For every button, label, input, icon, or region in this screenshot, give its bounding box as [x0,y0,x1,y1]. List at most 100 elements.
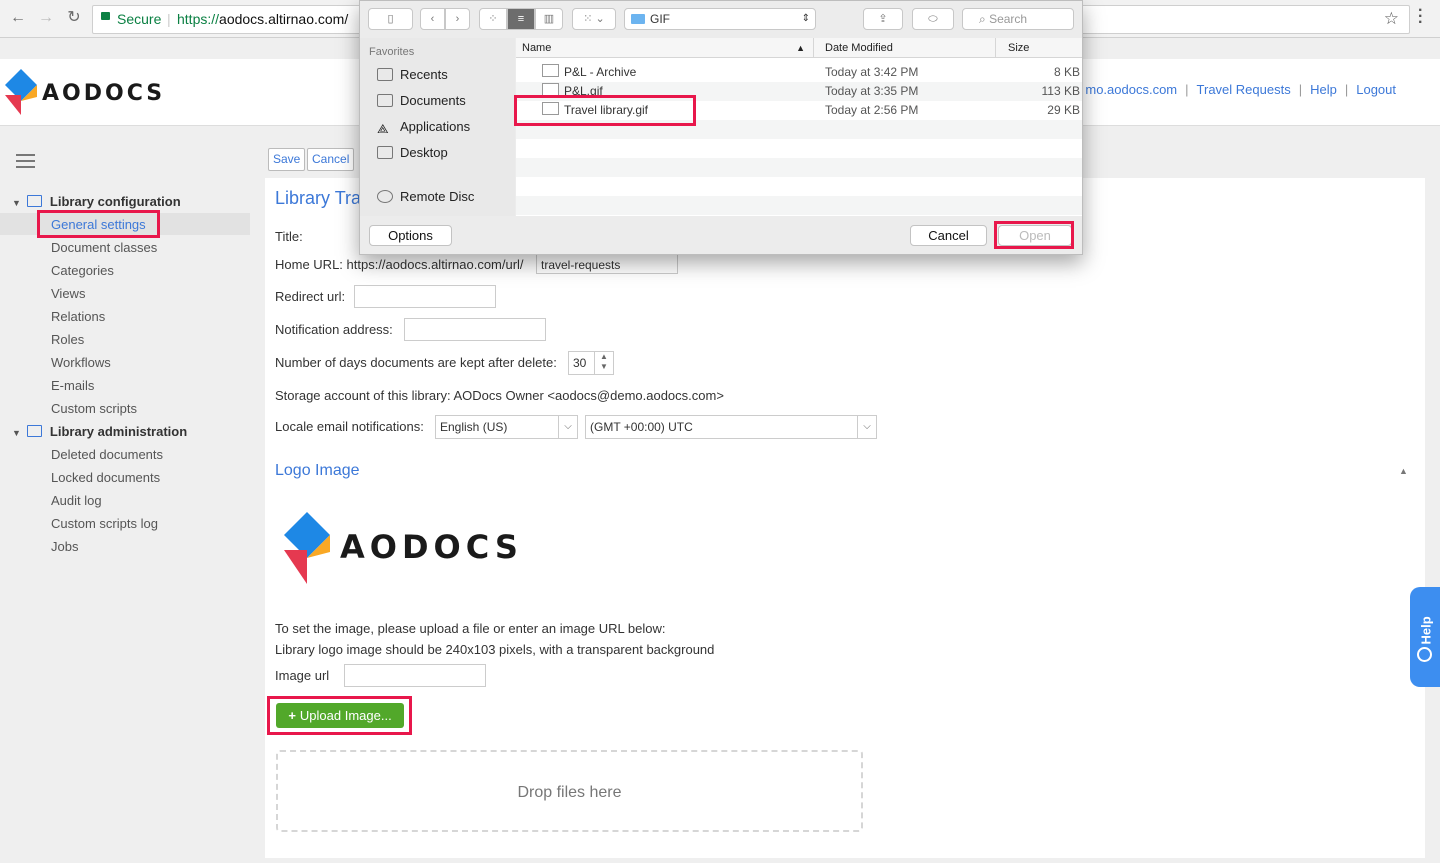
timezone-select[interactable]: (GMT +00:00) UTC ⌵ [585,415,877,439]
folder-icon [26,425,42,437]
forward-nav-icon[interactable]: › [445,8,470,30]
logo-image-section-title: Logo Image [275,462,360,479]
sidebar-item-locked-documents[interactable]: Locked documents [51,470,160,485]
sidebar-item-relations[interactable]: Relations [51,309,105,324]
icon-view-icon[interactable]: ⁘ [479,8,507,30]
location-popup[interactable]: GIF ⇕ [624,8,816,30]
sidebar-toggle-icon[interactable]: ▯ [368,8,413,30]
redirect-url-input[interactable] [354,285,496,308]
aodocs-logo-icon [5,69,37,115]
disc-icon [377,190,393,203]
file-date: Today at 3:35 PM [825,84,919,98]
sidebar-item-workflows[interactable]: Workflows [51,355,111,370]
file-name: P&L - Archive [564,65,637,79]
sidebar-item-custom-scripts[interactable]: Custom scripts [51,401,137,416]
folder-icon [26,195,42,207]
logout-link[interactable]: Logout [1356,82,1396,97]
highlight-open-button [994,221,1074,249]
dialog-sidebar: Favorites Recents Documents ⟁ Application… [360,38,515,216]
sidebar-item-deleted-documents[interactable]: Deleted documents [51,447,163,462]
sidebar-item-custom-scripts-log[interactable]: Custom scripts log [51,516,158,531]
favorite-desktop[interactable]: Desktop [377,145,448,160]
collapse-section-icon[interactable]: ▲ [1399,466,1408,476]
sidebar-group-label: Library configuration [49,194,181,209]
options-button[interactable]: Options [369,225,452,246]
sidebar-group-library-administration[interactable]: ▼ Library administration [12,424,187,439]
cancel-button[interactable]: Cancel [307,148,355,171]
file-date: Today at 3:42 PM [825,65,919,79]
library-logo-image [284,512,330,584]
timezone-value: (GMT +00:00) UTC [590,420,693,434]
help-link[interactable]: Help [1310,82,1337,97]
travel-requests-link[interactable]: Travel Requests [1197,82,1291,97]
sidebar-item-audit-log[interactable]: Audit log [51,493,102,508]
collapse-triangle-icon[interactable]: ▼ [12,428,21,438]
image-url-input[interactable] [344,664,486,687]
location-label: GIF [650,12,670,26]
device-remote-disc[interactable]: Remote Disc [377,189,474,204]
redirect-url-label: Redirect url: [275,289,346,304]
sidebar-item-roles[interactable]: Roles [51,332,84,347]
days-kept-value: 30 [573,356,587,370]
locale-label: Locale email notifications: [275,419,424,434]
home-url-input[interactable]: travel-requests [536,254,678,274]
search-placeholder: Search [989,12,1028,26]
sidebar-item-views[interactable]: Views [51,286,85,301]
favorite-applications[interactable]: ⟁ Applications [377,119,471,136]
browser-menu-icon[interactable]: · · · [1418,3,1423,31]
list-view-icon[interactable]: ≡ [507,8,535,30]
hamburger-menu-icon[interactable] [16,154,35,172]
sidebar-item-emails[interactable]: E-mails [51,378,94,393]
back-arrow-icon[interactable]: ← [8,8,28,28]
file-size: 113 KB [1041,84,1080,98]
upload-instruction-1: To set the image, please upload a file o… [275,621,666,636]
recents-icon [377,68,393,81]
highlight-general-settings [37,210,160,238]
column-view-icon[interactable]: ▥ [535,8,563,30]
help-side-tab[interactable]: Help [1410,587,1440,687]
applications-icon: ⟁ [377,121,389,136]
save-button[interactable]: Save [268,148,306,171]
secure-label: Secure [117,11,162,27]
empty-row [516,177,1082,196]
search-field[interactable]: ⌕ Search [962,8,1074,30]
dialog-cancel-button[interactable]: Cancel [910,225,987,246]
upload-instruction-2: Library logo image should be 240x103 pix… [275,642,715,657]
stepper-arrows-icon[interactable]: ▲ ▼ [594,352,613,374]
user-email-link[interactable]: mo.aodocs.com [1085,82,1177,97]
file-row[interactable]: P&L - Archive Today at 3:42 PM 8 KB [516,63,1082,82]
reload-icon[interactable]: ↻ [64,8,84,28]
highlight-upload-button [267,696,412,735]
url-host: aodocs.altirnao.com/ [219,11,349,27]
notification-address-input[interactable] [404,318,546,341]
favorite-documents[interactable]: Documents [377,93,466,108]
file-size: 8 KB [1053,65,1080,79]
column-header-name[interactable]: Name ▲ [516,38,814,58]
days-kept-stepper[interactable]: 30 ▲ ▼ [568,351,614,375]
collapse-triangle-icon[interactable]: ▼ [12,198,21,208]
file-icon [542,64,559,77]
header-links: mo.aodocs.com | Travel Requests | Help | Logou… [1085,82,1396,97]
notification-address-label: Notification address: [275,322,393,337]
favorite-recents[interactable]: Recents [377,67,448,82]
sidebar-item-jobs[interactable]: Jobs [51,539,78,554]
bookmark-star-icon[interactable]: ☆ [1384,9,1399,29]
favorite-label: Applications [400,119,471,134]
back-nav-icon[interactable]: ‹ [420,8,445,30]
highlight-travel-library-file [514,95,696,126]
sidebar-item-categories[interactable]: Categories [51,263,114,278]
sidebar-item-document-classes[interactable]: Document classes [51,240,157,255]
drop-files-zone[interactable]: Drop files here [276,750,863,832]
column-header-date[interactable]: Date Modified [814,38,996,58]
image-url-label: Image url [275,668,330,683]
chevron-down-icon: ⌵ [857,416,876,438]
forward-arrow-icon[interactable]: → [36,8,56,28]
documents-icon [377,94,393,107]
column-header-size[interactable]: Size [996,38,1082,58]
logo-text: AODOCS [42,81,166,106]
arrange-menu-icon[interactable]: ⁙ ⌄ [572,8,616,30]
sidebar-group-library-configuration[interactable]: ▼ Library configuration [12,194,181,209]
share-icon[interactable]: ⇪ [863,8,903,30]
tag-icon[interactable]: ⬭ [912,8,954,30]
locale-select[interactable]: English (US) ⌵ [435,415,578,439]
